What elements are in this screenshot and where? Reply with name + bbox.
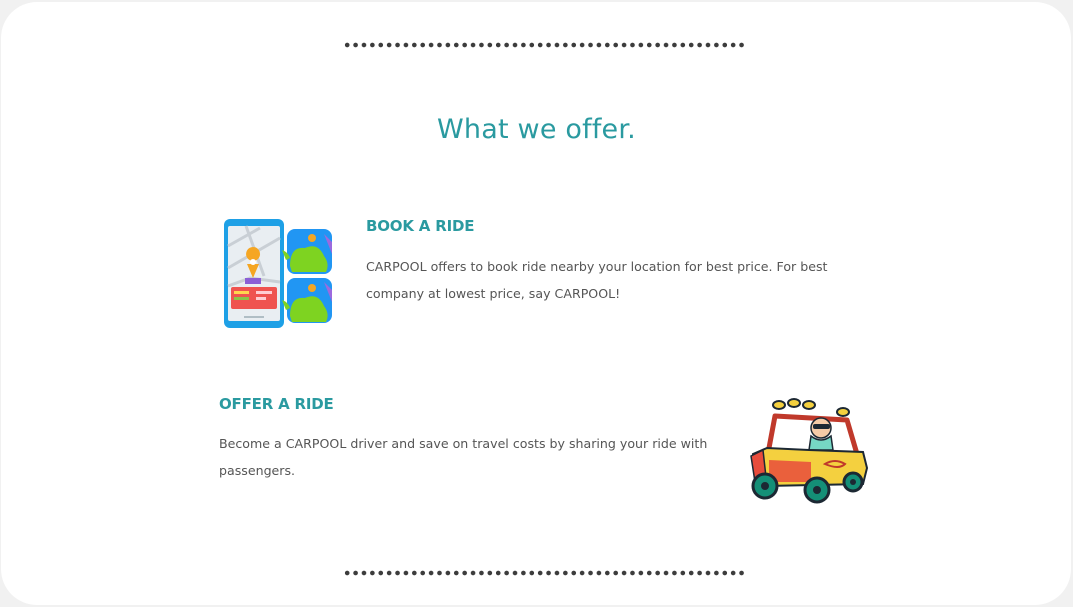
section-title: What we offer.: [437, 114, 636, 146]
dotted-divider-top: [343, 42, 745, 48]
phone-map-icon: [224, 219, 332, 328]
car-driver-icon: [750, 398, 869, 504]
feature-heading-offer: OFFER A RIDE: [219, 395, 334, 413]
feature-description-book: CARPOOL offers to book ride nearby your …: [366, 259, 828, 301]
dotted-divider-bottom: [343, 570, 745, 576]
feature-heading-book: BOOK A RIDE: [366, 217, 475, 235]
feature-description-offer: Become a CARPOOL driver and save on trav…: [219, 436, 708, 478]
